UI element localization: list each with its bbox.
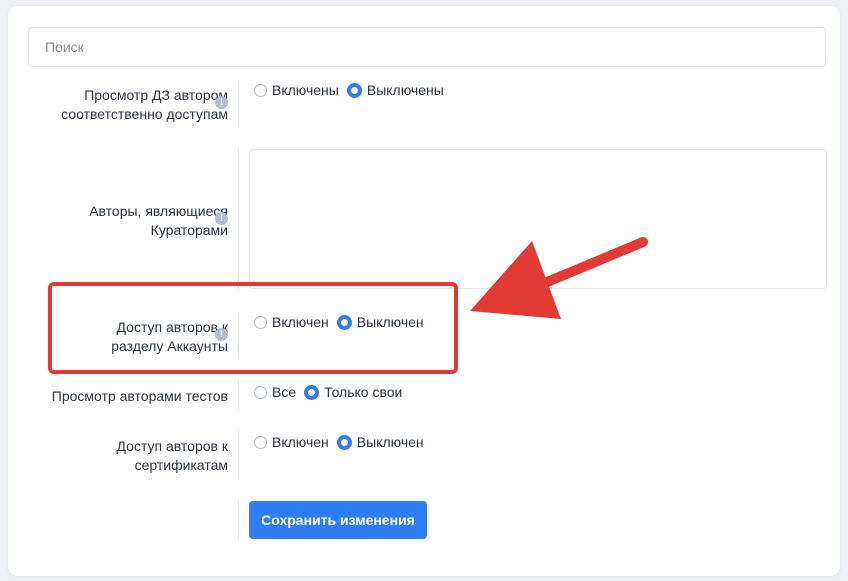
radio-circle-selected[interactable] <box>304 384 320 400</box>
radio-label: Включен <box>272 434 329 450</box>
curator-authors-label-line1: Авторы, являющиеся <box>89 203 228 219</box>
info-icon[interactable]: ! <box>215 96 228 109</box>
accounts-access-label-line1: Доступ авторов к <box>116 319 228 335</box>
radio-homework-disabled[interactable]: Выключены <box>346 82 444 98</box>
curator-authors-label-line2: Кураторами <box>150 222 228 238</box>
curator-authors-input[interactable] <box>249 149 827 289</box>
certificates-access-label-line1: Доступ авторов к <box>116 438 228 454</box>
homework-view-label-line2: соответственно доступам <box>61 106 228 122</box>
divider <box>238 149 239 290</box>
radio-certificates-enabled[interactable]: Включен <box>254 434 329 450</box>
certificates-access-label-line2: сертификатам <box>134 457 228 473</box>
accounts-access-label: Доступ авторов к разделу Аккаунты <box>111 318 228 356</box>
radio-label: Выключен <box>356 434 424 450</box>
certificates-access-radio-group: Включен Выключен <box>254 434 432 450</box>
radio-circle[interactable] <box>254 83 267 97</box>
radio-label: Выключены <box>366 82 444 98</box>
divider <box>238 500 239 540</box>
divider <box>238 430 239 480</box>
curator-authors-label: Авторы, являющиеся Кураторами <box>89 202 228 240</box>
radio-label: Все <box>272 384 297 400</box>
radio-accounts-enabled[interactable]: Включен <box>254 314 329 330</box>
radio-tests-own[interactable]: Только свои <box>304 384 402 400</box>
accounts-access-radio-group: Включен Выключен <box>254 314 432 330</box>
divider <box>238 380 239 410</box>
search-input[interactable] <box>28 27 826 67</box>
homework-view-label-line1: Просмотр ДЗ автором <box>84 87 228 103</box>
radio-circle[interactable] <box>254 385 267 399</box>
radio-circle-selected[interactable] <box>346 82 362 98</box>
radio-circle[interactable] <box>254 435 267 449</box>
radio-label: Только свои <box>324 384 403 400</box>
radio-label: Выключен <box>356 314 424 330</box>
homework-view-radio-group: Включены Выключены <box>254 82 452 98</box>
accounts-access-label-line2: разделу Аккаунты <box>111 338 228 354</box>
tests-view-label-text: Просмотр авторами тестов <box>51 388 228 404</box>
radio-homework-enabled[interactable]: Включены <box>254 82 339 98</box>
tests-view-radio-group: Все Только свои <box>254 384 410 400</box>
certificates-access-label: Доступ авторов к сертификатам <box>117 437 228 475</box>
homework-view-label: Просмотр ДЗ автором соответственно досту… <box>61 86 228 124</box>
radio-certificates-disabled[interactable]: Выключен <box>336 434 424 450</box>
radio-accounts-disabled[interactable]: Выключен <box>336 314 424 330</box>
radio-tests-all[interactable]: Все <box>254 384 296 400</box>
tests-view-label: Просмотр авторами тестов <box>52 387 228 406</box>
radio-circle-selected[interactable] <box>336 434 352 450</box>
divider <box>238 80 239 128</box>
info-icon[interactable]: ! <box>215 328 228 341</box>
divider <box>238 312 239 360</box>
radio-circle[interactable] <box>254 315 267 329</box>
radio-label: Включен <box>272 314 329 330</box>
save-button[interactable]: Сохранить изменения <box>249 501 427 539</box>
info-icon[interactable]: ! <box>215 212 228 225</box>
radio-circle-selected[interactable] <box>336 314 352 330</box>
radio-label: Включены <box>272 82 339 98</box>
